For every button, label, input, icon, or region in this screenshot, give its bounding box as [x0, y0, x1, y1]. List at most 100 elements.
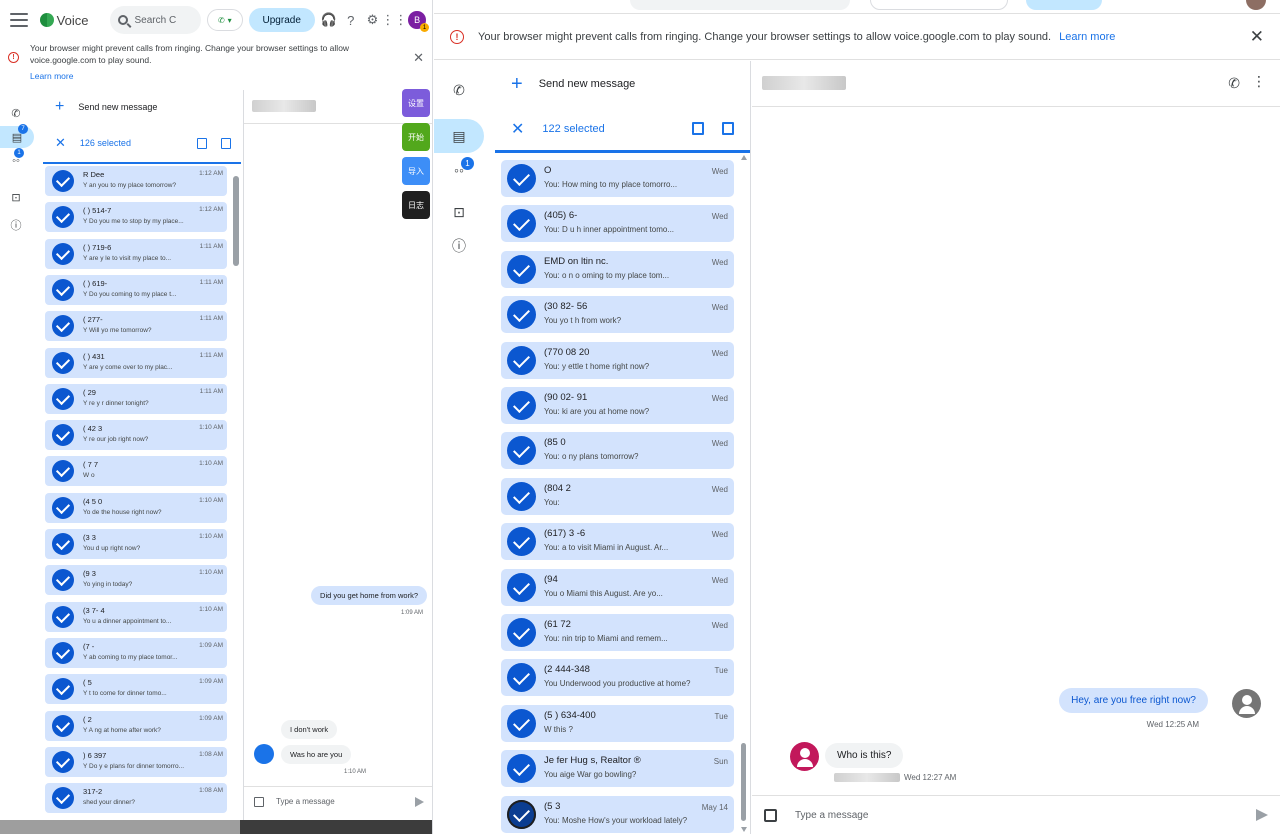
- call-dropdown[interactable]: ✆ ▾: [207, 9, 243, 31]
- messages-icon[interactable]: ▤: [434, 119, 484, 153]
- checkbox-checked-icon[interactable]: [52, 714, 74, 737]
- list-item[interactable]: ( 29 1:11 AM Y re y r dinner tonight?: [45, 383, 227, 414]
- close-icon[interactable]: ✕: [1250, 27, 1264, 47]
- learn-more-link[interactable]: Learn more: [1059, 31, 1115, 43]
- close-icon[interactable]: ✕: [413, 50, 424, 66]
- checkbox-checked-icon[interactable]: [52, 641, 74, 664]
- checkbox-checked-icon[interactable]: [52, 424, 74, 447]
- extension-button[interactable]: 开始: [402, 123, 430, 151]
- list-item[interactable]: ( ) 431 1:11 AM Y are y come over to my pl…: [45, 347, 227, 378]
- checkbox-checked-icon[interactable]: [507, 436, 536, 466]
- spam-icon[interactable]: ⓘ: [434, 229, 484, 263]
- checkbox-checked-icon[interactable]: [507, 209, 536, 239]
- checkbox-checked-icon[interactable]: [52, 242, 74, 265]
- checkbox-checked-icon[interactable]: [507, 799, 536, 829]
- list-item[interactable]: ( 42 3 1:10 AM Y re our job right now?: [45, 420, 227, 451]
- voicemail-icon[interactable]: ◦◦ 1: [2, 148, 30, 172]
- list-item[interactable]: ( 7 7 1:10 AM W o: [45, 456, 227, 487]
- list-item[interactable]: (4 5 0 1:10 AM Yo de the house right now?: [45, 492, 227, 523]
- search-box[interactable]: [630, 0, 850, 10]
- list-item[interactable]: ( ) 619- 1:11 AM Y Do you coming to my pla…: [45, 274, 227, 305]
- list-item[interactable]: (2 444-348 Tue You Underwood you productiv…: [501, 659, 734, 697]
- list-item[interactable]: (9 3 1:10 AM Yo ying in today?: [45, 565, 227, 596]
- checkbox-checked-icon[interactable]: [52, 533, 74, 555]
- checkbox-checked-icon[interactable]: [507, 254, 536, 284]
- apps-grid-icon[interactable]: ⋮⋮: [381, 12, 407, 28]
- calls-icon[interactable]: ✆: [434, 73, 484, 107]
- checkbox-checked-icon[interactable]: [507, 345, 536, 375]
- delete-icon[interactable]: [722, 122, 734, 135]
- send-icon[interactable]: [1256, 809, 1268, 821]
- learn-more-link[interactable]: Learn more: [30, 70, 410, 82]
- list-item[interactable]: (3 3 1:10 AM You d up right now?: [45, 529, 227, 559]
- clear-selection-icon[interactable]: ✕: [55, 135, 66, 151]
- app-logo[interactable]: Voice: [39, 13, 88, 28]
- search-box[interactable]: Search C: [110, 6, 202, 34]
- message-input[interactable]: Type a message: [276, 797, 335, 806]
- checkbox-checked-icon[interactable]: [52, 569, 74, 592]
- extension-button[interactable]: 导入: [402, 157, 430, 185]
- list-item[interactable]: (804 2 Wed You:: [501, 477, 734, 515]
- list-item[interactable]: ( 277- 1:11 AM Y Will yo me tomorrow?: [45, 311, 227, 342]
- checkbox-checked-icon[interactable]: [507, 300, 536, 330]
- list-item[interactable]: (3 7- 4 1:10 AM Yo u a dinner appointment …: [45, 601, 227, 632]
- checkbox-checked-icon[interactable]: [52, 351, 74, 374]
- checkbox-checked-icon[interactable]: [52, 315, 74, 338]
- scrollbar[interactable]: [233, 176, 239, 266]
- list-item[interactable]: (5 3 May 14 You: Moshe How's your workload…: [501, 795, 734, 833]
- scrollbar[interactable]: [741, 743, 746, 821]
- delete-icon[interactable]: [221, 137, 231, 149]
- list-item[interactable]: (94 Wed You o Miami this August. Are yo...: [501, 568, 734, 606]
- menu-icon[interactable]: [10, 13, 28, 27]
- list-item[interactable]: ) 6 397 1:08 AM Y Do y e plans for dinner …: [45, 746, 227, 777]
- call-dropdown[interactable]: [870, 0, 1008, 10]
- list-item[interactable]: EMD on ltin nc. Wed You: o n o oming to my…: [501, 250, 734, 288]
- scroll-down-icon[interactable]: [741, 827, 747, 832]
- checkbox-checked-icon[interactable]: [52, 605, 74, 628]
- list-item[interactable]: ( ) 514-7 1:12 AM Y Do you me to stop by m…: [45, 202, 227, 233]
- checkbox-checked-icon[interactable]: [52, 787, 74, 810]
- messages-icon[interactable]: ▤ 7: [0, 124, 34, 148]
- upgrade-button[interactable]: Upgrade: [248, 8, 315, 32]
- checkbox-checked-icon[interactable]: [52, 278, 74, 301]
- archive-icon[interactable]: [197, 137, 207, 149]
- message-input[interactable]: Type a message: [795, 810, 868, 821]
- list-item[interactable]: ( 2 1:09 AM Y A ng at home after work?: [45, 710, 227, 741]
- checkbox-checked-icon[interactable]: [507, 527, 536, 557]
- image-attach-icon[interactable]: [764, 808, 777, 822]
- checkbox-checked-icon[interactable]: [507, 391, 536, 420]
- checkbox-checked-icon[interactable]: [507, 663, 536, 693]
- call-icon[interactable]: ✆: [1228, 75, 1240, 92]
- extension-button[interactable]: 日志: [402, 191, 430, 219]
- list-item[interactable]: (90 02- 91 Wed You: ki are you at home now…: [501, 387, 734, 424]
- checkbox-checked-icon[interactable]: [52, 206, 74, 229]
- checkbox-checked-icon[interactable]: [52, 387, 74, 410]
- list-item[interactable]: (617) 3 -6 Wed You: a to visit Miami in Au…: [501, 523, 734, 561]
- image-attach-icon[interactable]: [254, 796, 264, 807]
- clear-selection-icon[interactable]: ✕: [511, 119, 524, 139]
- list-item[interactable]: ( 5 1:09 AM Y t to come for dinner tomo...: [45, 674, 227, 705]
- avatar[interactable]: [1246, 0, 1266, 10]
- help-icon[interactable]: ?: [343, 12, 359, 28]
- calls-icon[interactable]: ✆: [2, 102, 30, 124]
- list-item[interactable]: 317-2 1:08 AM shed your dinner?: [45, 783, 227, 814]
- send-icon[interactable]: [415, 796, 424, 807]
- scroll-up-icon[interactable]: [741, 155, 747, 160]
- list-item[interactable]: (405) 6- Wed You: D u h inner appointment …: [501, 205, 734, 243]
- checkbox-checked-icon[interactable]: [507, 164, 536, 193]
- list-item[interactable]: (61 72 Wed You: nin trip to Miami and reme…: [501, 614, 734, 651]
- checkbox-checked-icon[interactable]: [507, 754, 536, 784]
- archive-icon[interactable]: ⊡: [434, 195, 484, 229]
- send-new-message-button[interactable]: + Send new message: [495, 61, 750, 107]
- list-item[interactable]: O Wed You: How ming to my place tomorro...: [501, 160, 734, 197]
- list-item[interactable]: (30 82- 56 Wed You yo t h from work?: [501, 296, 734, 334]
- send-new-message-button[interactable]: + Send new message: [43, 90, 241, 124]
- archive-icon[interactable]: ⊡: [2, 186, 30, 208]
- voicemail-icon[interactable]: ◦◦ 1: [434, 153, 484, 187]
- checkbox-checked-icon[interactable]: [507, 708, 536, 738]
- spam-icon[interactable]: ⓘ: [2, 214, 30, 236]
- checkbox-checked-icon[interactable]: [52, 750, 74, 773]
- checkbox-checked-icon[interactable]: [52, 170, 74, 192]
- list-item[interactable]: (85 0 Wed You: o ny plans tomorrow?: [501, 432, 734, 470]
- checkbox-checked-icon[interactable]: [507, 572, 536, 602]
